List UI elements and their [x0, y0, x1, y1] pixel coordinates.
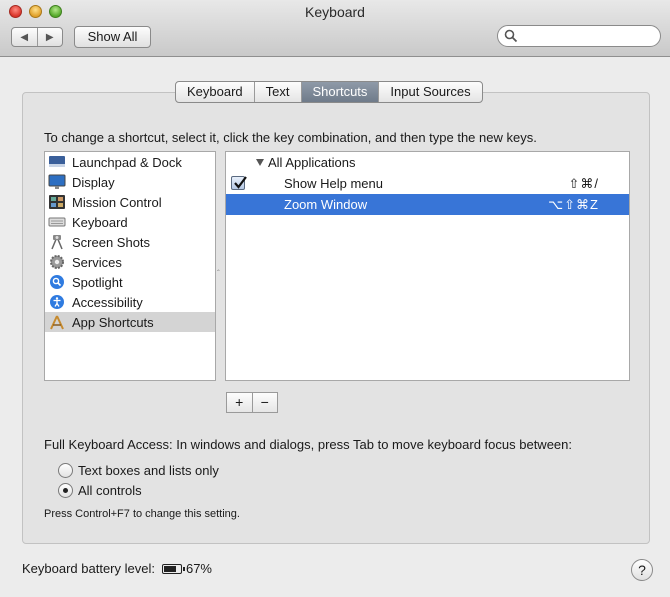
- category-label: App Shortcuts: [72, 314, 154, 330]
- keyboard-battery-status: Keyboard battery level: 67%: [22, 561, 212, 576]
- launchpad-dock-icon: [48, 154, 66, 170]
- shortcut-name: Show Help menu: [284, 176, 383, 191]
- group-row-all-applications[interactable]: All Applications: [226, 152, 629, 173]
- tab-shortcuts[interactable]: Shortcuts: [301, 82, 380, 102]
- category-label: Services: [72, 254, 122, 270]
- back-arrow-icon: ◀: [20, 31, 29, 43]
- disclosure-triangle-icon[interactable]: [256, 159, 264, 166]
- tab-text[interactable]: Text: [255, 82, 302, 102]
- category-keyboard[interactable]: Keyboard: [45, 212, 215, 232]
- gear-icon: [48, 254, 66, 270]
- radio-all-controls[interactable]: All controls: [58, 481, 142, 499]
- screenshot-icon: [48, 234, 66, 250]
- title-bar: Keyboard ◀ ▶ Show All: [0, 0, 670, 57]
- radio-button[interactable]: [58, 482, 73, 498]
- category-mission-control[interactable]: Mission Control: [45, 192, 215, 212]
- battery-icon: [161, 563, 185, 574]
- remove-shortcut-button[interactable]: −: [251, 393, 278, 412]
- category-display[interactable]: Display: [45, 172, 215, 192]
- app-shortcuts-icon: [48, 314, 66, 330]
- search-field[interactable]: [497, 25, 661, 47]
- tab-input-sources[interactable]: Input Sources: [379, 82, 481, 102]
- back-button[interactable]: ◀: [12, 28, 37, 46]
- shortcut-list: All Applications Show Help menu ⇧⌘/ Zoom…: [225, 151, 630, 381]
- category-spotlight[interactable]: Spotlight: [45, 272, 215, 292]
- forward-button[interactable]: ▶: [36, 28, 63, 46]
- category-label: Display: [72, 174, 115, 190]
- group-label: All Applications: [268, 155, 356, 170]
- category-label: Launchpad & Dock: [72, 154, 182, 170]
- show-all-button[interactable]: Show All: [74, 26, 151, 48]
- accessibility-icon: [48, 294, 66, 310]
- window-title: Keyboard: [305, 4, 365, 20]
- category-accessibility[interactable]: Accessibility: [45, 292, 215, 312]
- radio-button[interactable]: [58, 462, 73, 478]
- category-label: Mission Control: [72, 194, 162, 210]
- battery-value: 67%: [185, 561, 212, 576]
- shortcut-name: Zoom Window: [284, 197, 368, 212]
- category-list: Launchpad & Dock Display Mission Control…: [44, 151, 216, 381]
- forward-arrow-icon: ▶: [45, 31, 54, 43]
- instructions-text: To change a shortcut, select it, click t…: [44, 130, 537, 145]
- radio-label: All controls: [78, 482, 142, 498]
- shortcut-keys[interactable]: ⇧⌘/: [568, 176, 599, 192]
- add-shortcut-button[interactable]: +: [227, 393, 252, 412]
- radio-label: Text boxes and lists only: [78, 462, 219, 478]
- category-label: Screen Shots: [72, 234, 151, 250]
- display-icon: [48, 174, 66, 190]
- shortcut-row-show-help-menu[interactable]: Show Help menu ⇧⌘/: [226, 173, 629, 194]
- category-label: Keyboard: [72, 214, 128, 230]
- category-services[interactable]: Services: [45, 252, 215, 272]
- keyboard-icon: [48, 214, 66, 230]
- spotlight-icon: [48, 274, 66, 290]
- tab-keyboard[interactable]: Keyboard: [176, 82, 255, 102]
- control-f7-hint: Press Control+F7 to change this setting.: [44, 508, 240, 520]
- shortcut-row-zoom-window[interactable]: Zoom Window ⌥⇧⌘Z: [226, 194, 629, 215]
- mission-control-icon: [48, 194, 66, 210]
- battery-label: Keyboard battery level:: [22, 561, 155, 576]
- checkmark-icon: [234, 176, 247, 189]
- category-app-shortcuts[interactable]: App Shortcuts: [45, 312, 215, 332]
- shortcut-keys[interactable]: ⌥⇧⌘Z: [548, 197, 599, 213]
- add-remove-buttons: + −: [226, 392, 278, 413]
- tab-bar: Keyboard Text Shortcuts Input Sources: [175, 81, 483, 103]
- enable-shortcut-checkbox[interactable]: [231, 176, 247, 190]
- full-keyboard-access-label: Full Keyboard Access: In windows and dia…: [44, 437, 572, 452]
- navigation-buttons: ◀ ▶: [11, 27, 63, 47]
- radio-text-boxes-lists[interactable]: Text boxes and lists only: [58, 461, 219, 479]
- category-label: Accessibility: [72, 294, 143, 310]
- split-view-handle[interactable]: ‸: [217, 262, 220, 271]
- category-screen-shots[interactable]: Screen Shots: [45, 232, 215, 252]
- category-launchpad-dock[interactable]: Launchpad & Dock: [45, 152, 215, 172]
- search-icon: [504, 29, 518, 43]
- help-button[interactable]: ?: [631, 559, 653, 581]
- category-label: Spotlight: [72, 274, 123, 290]
